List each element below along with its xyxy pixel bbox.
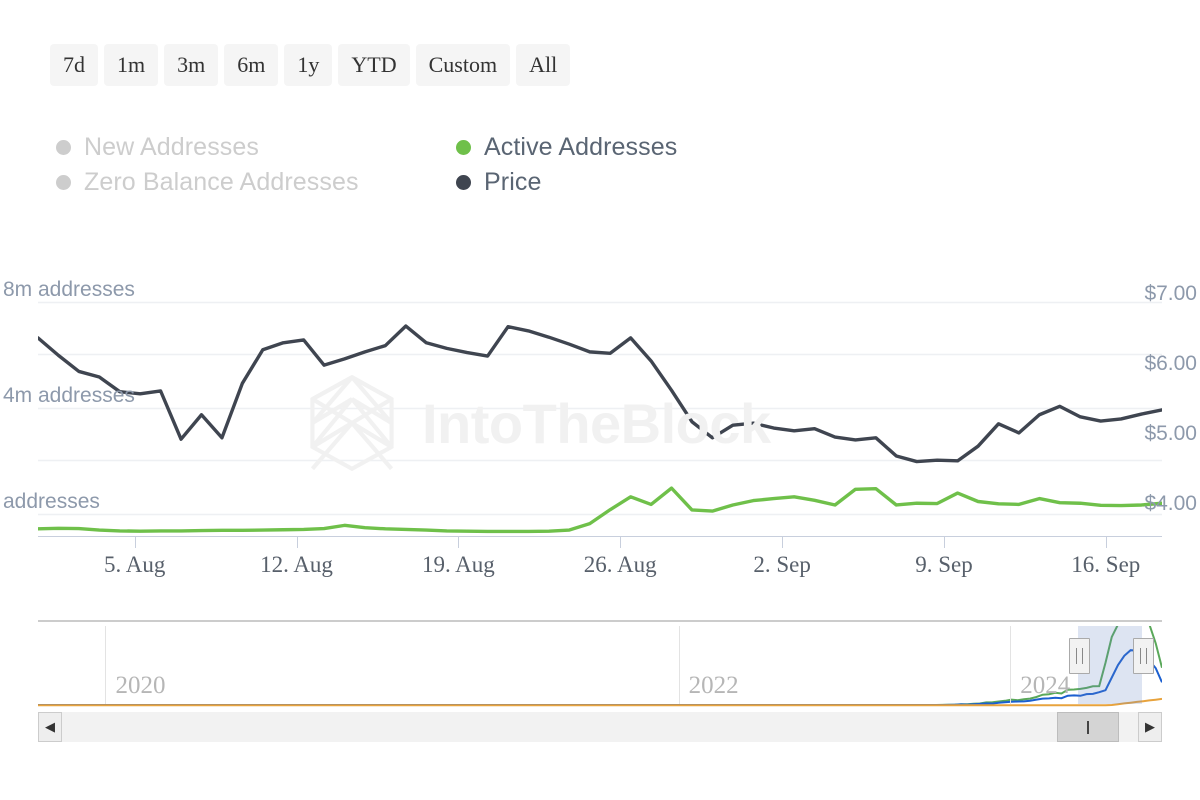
gridlines [38, 301, 1162, 516]
scrollbar-thumb[interactable] [1057, 712, 1119, 742]
legend-item-label: Active Addresses [484, 133, 678, 161]
legend-item-label: Zero Balance Addresses [84, 168, 359, 196]
x-axis-tick-label: 12. Aug [260, 552, 333, 577]
scrollbar-track[interactable] [62, 712, 1138, 742]
range-selector[interactable]: 7d 1m 3m 6m 1y YTD Custom All [50, 44, 571, 86]
range-button-all[interactable]: All [516, 44, 571, 86]
legend-item-label: Price [484, 168, 542, 196]
navigator-series-green [38, 626, 1162, 706]
x-axis-line [38, 536, 1162, 537]
navigator-gridline [678, 626, 680, 704]
navigator-gridline [105, 626, 107, 704]
navigator-body[interactable]: 2020 2022 2024 [38, 626, 1162, 710]
x-axis-tick [296, 537, 298, 548]
chart-plot-area[interactable] [38, 282, 1162, 544]
navigator-top-border [38, 620, 1162, 622]
range-button-ytd[interactable]: YTD [338, 44, 410, 86]
range-button-1y[interactable]: 1y [284, 44, 333, 86]
x-axis: 5. Aug 12. Aug 19. Aug 26. Aug 2. Sep 9. Sep 1… [38, 536, 1162, 586]
navigator-scrollbar[interactable]: ◀ ▶ [38, 712, 1162, 742]
range-button-custom[interactable]: Custom [415, 44, 511, 86]
x-axis-tick-label: 9. Sep [915, 552, 973, 577]
legend-color-dot-icon [56, 175, 71, 190]
legend-item-new-addresses[interactable]: New Addresses [56, 133, 456, 162]
x-axis-tick [134, 537, 136, 548]
x-axis-tick [458, 537, 460, 548]
legend-item-active-addresses[interactable]: Active Addresses [456, 133, 796, 162]
navigator-handle-right[interactable] [1132, 638, 1154, 674]
range-button-7d[interactable]: 7d [50, 44, 98, 86]
x-axis-tick [1105, 537, 1107, 548]
legend-item-price[interactable]: Price [456, 168, 796, 197]
navigator-series [38, 626, 1162, 707]
legend-item-label: New Addresses [84, 133, 259, 161]
x-axis-tick-label: 2. Sep [753, 552, 811, 577]
legend-item-zero-balance-addresses[interactable]: Zero Balance Addresses [56, 168, 456, 197]
series-lines [38, 324, 1162, 534]
legend-color-dot-icon [56, 140, 71, 155]
navigator-series-blue [38, 649, 1162, 706]
x-axis-tick [943, 537, 945, 548]
range-button-6m[interactable]: 6m [224, 44, 279, 86]
legend-color-dot-icon [456, 140, 471, 155]
series-line-price [38, 324, 1162, 464]
x-axis-tick-label: 16. Sep [1071, 552, 1141, 577]
scrollbar-left-arrow-button[interactable]: ◀ [38, 712, 62, 742]
chart-legend[interactable]: New Addresses Active Addresses Zero Balanc… [56, 130, 796, 200]
x-axis-tick [620, 537, 622, 548]
x-axis-tick-label: 19. Aug [421, 552, 495, 577]
legend-color-dot-icon [456, 175, 471, 190]
range-button-1m[interactable]: 1m [104, 44, 159, 86]
range-button-3m[interactable]: 3m [164, 44, 219, 86]
navigator-handle-left[interactable] [1068, 638, 1090, 674]
x-axis-tick-label: 5. Aug [103, 552, 166, 577]
x-axis-tick-label: 26. Aug [583, 552, 657, 577]
chart-canvas [38, 301, 1162, 534]
series-line-active-addresses [38, 486, 1162, 534]
navigator[interactable]: 2020 2022 2024 [38, 620, 1162, 710]
navigator-gridline [1010, 626, 1012, 704]
scrollbar-right-arrow-button[interactable]: ▶ [1138, 712, 1162, 742]
x-axis-tick [782, 537, 784, 548]
